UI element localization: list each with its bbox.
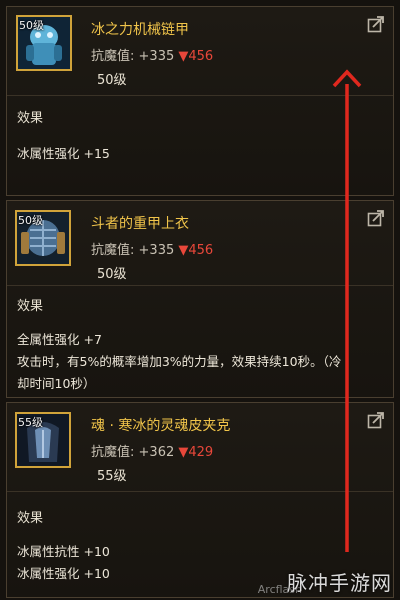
magic-resistance-stat: 抗魔值: +335 ▼456 (91, 45, 213, 64)
effect-line: 攻击时，有5%的概率增加3%的力量，效果持续10秒。（冷 (17, 354, 342, 369)
item-thumbnail[interactable]: 50级 (15, 210, 71, 266)
effect-line: 却时间10秒） (17, 376, 96, 391)
stat-value: +335 (138, 243, 175, 258)
divider (7, 491, 393, 492)
item-level: 50级 (97, 267, 127, 282)
item-level: 50级 (97, 73, 127, 88)
effect-line: 冰属性强化 +10 (17, 566, 110, 581)
stat-delta: ▼456 (178, 243, 214, 258)
stat-delta: ▼429 (178, 445, 214, 460)
divider (7, 95, 393, 96)
item-name: 斗者的重甲上衣 (91, 216, 189, 232)
magic-resistance-stat: 抗魔值: +335 ▼456 (91, 239, 213, 258)
item-card-2[interactable]: 50级 斗者的重甲上衣 抗魔值: +335 ▼456 50级 效果 全属性强化 … (6, 200, 394, 398)
effect-line: 冰属性强化 +15 (17, 146, 110, 161)
item-thumbnail[interactable]: 55级 (15, 412, 71, 468)
item-name: 魂 · 寒冰的灵魂皮夹克 (91, 418, 231, 434)
item-level: 55级 (97, 469, 127, 484)
effect-line: 全属性强化 +7 (17, 332, 102, 347)
effects-heading: 效果 (17, 299, 44, 314)
share-icon[interactable] (367, 15, 385, 33)
item-name: 冰之力机械链甲 (91, 22, 189, 38)
item-level-tag: 50级 (19, 19, 44, 32)
effect-line: 冰属性抗性 +10 (17, 544, 110, 559)
effects-heading: 效果 (17, 511, 44, 526)
share-icon[interactable] (367, 411, 385, 429)
item-level-tag: 55级 (18, 416, 43, 429)
share-icon[interactable] (367, 209, 385, 227)
stat-value: +335 (138, 49, 175, 64)
divider (7, 285, 393, 286)
stat-label: 抗魔值: (91, 445, 135, 460)
item-comparison-screen: 50级 冰之力机械链甲 抗魔值: +335 ▼456 50级 效果 冰属性强化 … (0, 0, 400, 600)
item-card-1[interactable]: 50级 冰之力机械链甲 抗魔值: +335 ▼456 50级 效果 冰属性强化 … (6, 6, 394, 196)
item-level-tag: 50级 (18, 214, 43, 227)
stat-label: 抗魔值: (91, 243, 135, 258)
item-thumbnail[interactable]: 50级 (16, 15, 72, 71)
stat-value: +362 (138, 445, 175, 460)
stat-label: 抗魔值: (91, 49, 135, 64)
watermark: 脉冲手游网 (287, 571, 392, 595)
magic-resistance-stat: 抗魔值: +362 ▼429 (91, 441, 213, 460)
effects-heading: 效果 (17, 111, 44, 126)
stat-delta: ▼456 (178, 49, 214, 64)
